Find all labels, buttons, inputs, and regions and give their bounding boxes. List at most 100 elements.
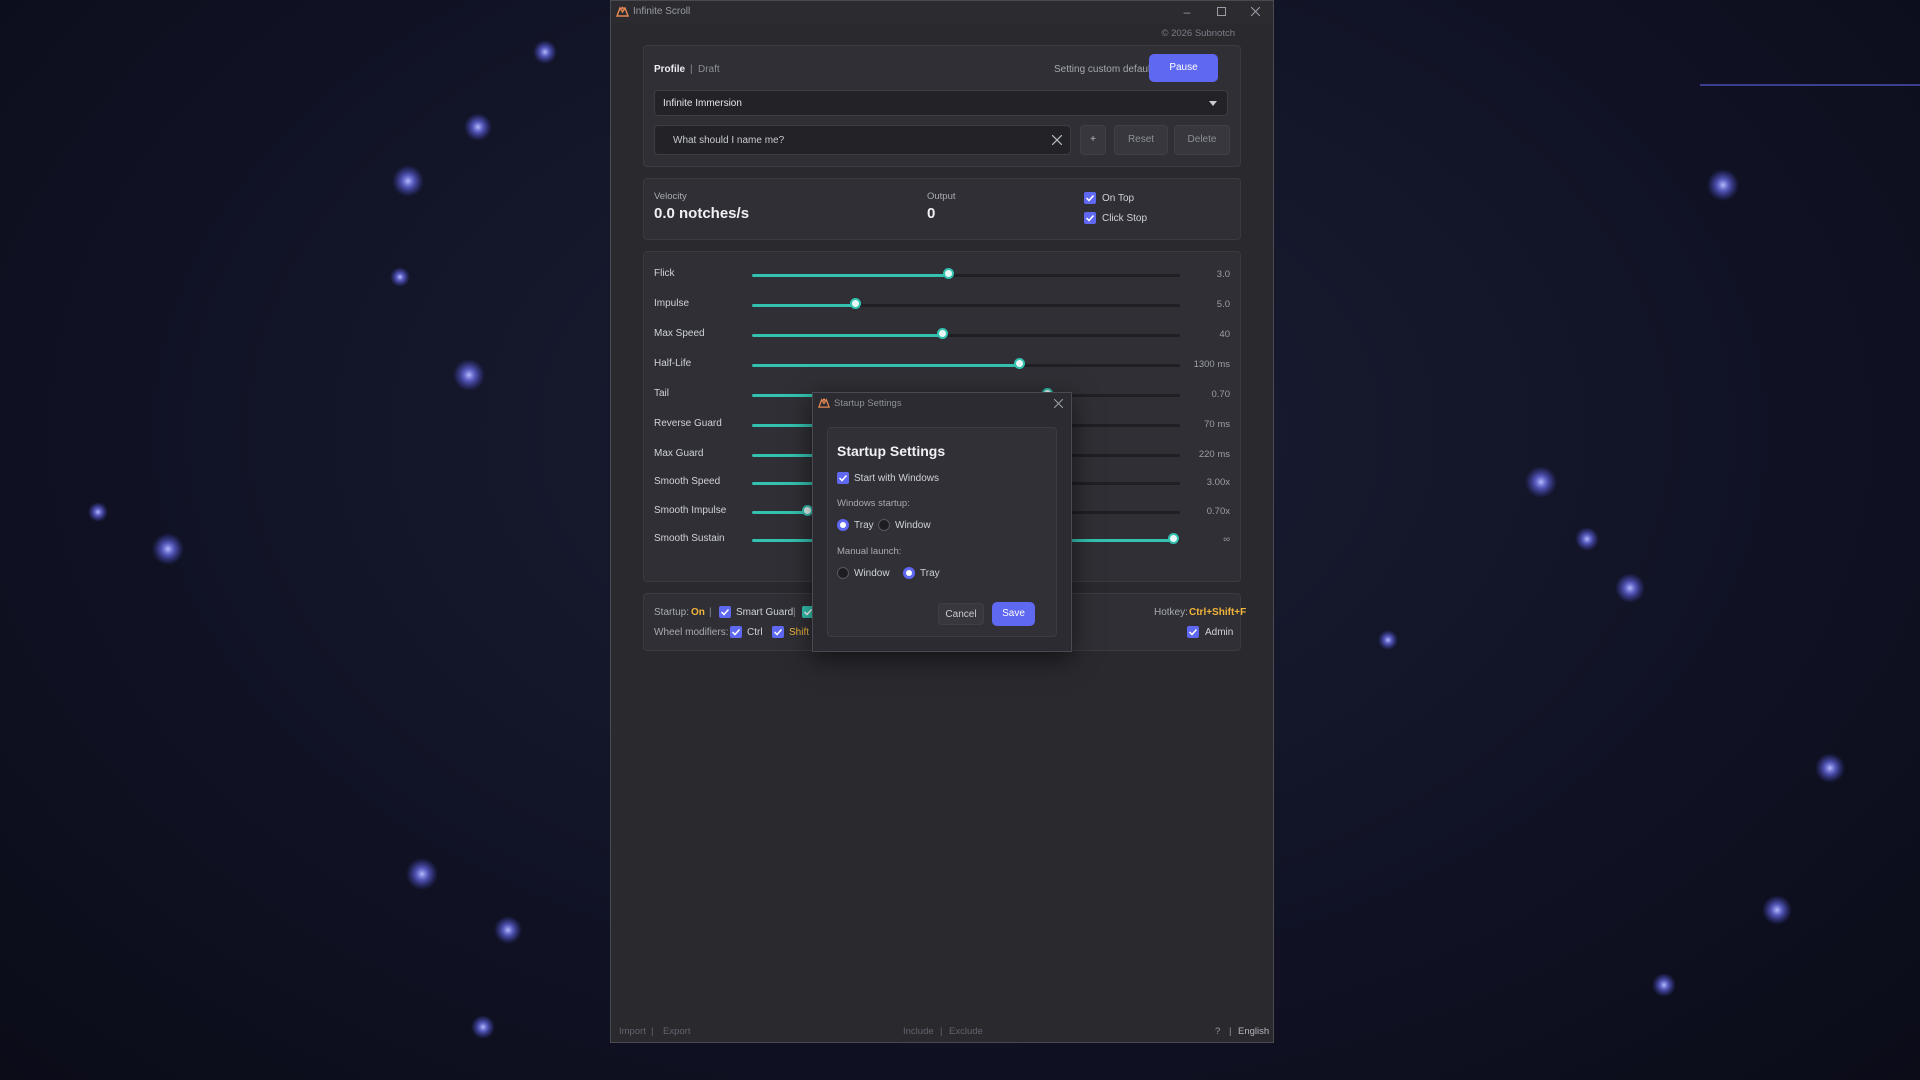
wheel-modifiers-label: Wheel modifiers: <box>654 627 729 638</box>
chevron-down-icon <box>1209 101 1217 106</box>
hotkey-value[interactable]: Ctrl+Shift+F <box>1189 607 1246 618</box>
slider-fill <box>752 334 943 337</box>
dialog-close-icon[interactable] <box>1054 399 1063 408</box>
delete-button[interactable]: Delete <box>1174 125 1230 155</box>
tab-profile[interactable]: Profile <box>654 64 685 75</box>
dialog-window-title: Startup Settings <box>834 398 902 409</box>
slider-track[interactable] <box>752 268 1180 279</box>
slider-value: 0.70 <box>1211 389 1231 400</box>
slider-label: Smooth Speed <box>654 476 721 487</box>
help-link[interactable]: ? <box>1215 1026 1220 1037</box>
copyright-text: © 2026 Subnotch <box>1161 28 1235 39</box>
slider-label: Flick <box>654 268 675 279</box>
slider-label: Tail <box>654 388 670 399</box>
slider-track[interactable] <box>752 358 1180 369</box>
manual-launch-tray-label: Tray <box>920 568 940 579</box>
close-window-icon[interactable] <box>1241 4 1269 20</box>
slider-label: Smooth Impulse <box>654 505 727 516</box>
admin-checkbox[interactable] <box>1187 626 1199 638</box>
tab-draft[interactable]: Draft <box>698 64 720 75</box>
slider-label: Reverse Guard <box>654 418 722 429</box>
ctrl-checkbox[interactable] <box>730 626 742 638</box>
slider-value: 1300 ms <box>1193 359 1230 370</box>
profile-dropdown-value: Infinite Immersion <box>663 98 742 109</box>
startup-label: Startup: <box>654 607 690 618</box>
manual-launch-label: Manual launch: <box>837 546 902 557</box>
slider-fill <box>752 511 808 514</box>
on-top-checkbox[interactable] <box>1084 192 1096 204</box>
slider-track[interactable] <box>752 328 1180 339</box>
tab-separator: | <box>690 64 693 75</box>
slider-thumb[interactable] <box>850 298 861 309</box>
profile-name-input[interactable]: What should I name me? <box>654 125 1071 155</box>
output-value: 0 <box>927 205 936 222</box>
title-bar[interactable]: Infinite Scroll – <box>611 1 1273 23</box>
dialog-panel: Startup Settings Start with Windows Wind… <box>827 427 1057 637</box>
slider-label: Max Speed <box>654 328 705 339</box>
slider-value: 70 ms <box>1204 419 1230 430</box>
status-text: Setting custom defaults <box>1054 64 1158 75</box>
minimize-icon[interactable]: – <box>1173 4 1201 20</box>
reset-button[interactable]: Reset <box>1114 125 1168 155</box>
manual-launch-window-radio[interactable] <box>837 567 849 579</box>
import-link[interactable]: Import <box>619 1026 646 1037</box>
dialog-heading: Startup Settings <box>837 443 946 459</box>
slider-value: 0.70x <box>1206 506 1230 517</box>
language-selector[interactable]: English <box>1238 1026 1269 1037</box>
shift-checkbox[interactable] <box>772 626 784 638</box>
slider-label: Smooth Sustain <box>654 533 725 544</box>
smart-guard-checkbox[interactable] <box>719 606 731 618</box>
slider-label: Half-Life <box>654 358 692 369</box>
on-top-label: On Top <box>1102 193 1135 204</box>
slider-thumb[interactable] <box>801 505 813 516</box>
slider-value: 5.0 <box>1216 299 1230 310</box>
slider-thumb[interactable] <box>1168 533 1180 544</box>
slider-thumb[interactable] <box>1013 358 1025 369</box>
manual-launch-window-label: Window <box>854 568 890 579</box>
profile-name-placeholder: What should I name me? <box>673 135 785 146</box>
slider-value: 220 ms <box>1198 449 1230 460</box>
admin-label: Admin <box>1205 627 1234 638</box>
app-logo-icon <box>818 398 830 408</box>
slider-fill <box>752 274 949 277</box>
pause-button[interactable]: Pause <box>1149 54 1218 82</box>
save-button[interactable]: Save <box>992 602 1035 626</box>
windows-startup-window-label: Window <box>895 520 931 531</box>
velocity-value: 0.0 notches/s <box>654 205 750 222</box>
start-with-windows-checkbox[interactable] <box>837 472 849 484</box>
manual-launch-tray-radio[interactable] <box>903 567 915 579</box>
ctrl-label: Ctrl <box>747 627 763 638</box>
velocity-label: Velocity <box>654 191 687 202</box>
slider-thumb[interactable] <box>936 328 948 339</box>
smart-guard-label: Smart Guard <box>736 607 794 618</box>
app-logo-icon <box>616 6 629 17</box>
windows-startup-window-radio[interactable] <box>878 519 890 531</box>
export-link[interactable]: Export <box>663 1026 690 1037</box>
output-label: Output <box>927 191 956 202</box>
click-stop-checkbox[interactable] <box>1084 212 1096 224</box>
slider-value: 3.00x <box>1206 477 1230 488</box>
add-profile-button[interactable]: + <box>1080 125 1106 155</box>
hotkey-label: Hotkey: <box>1154 607 1188 618</box>
windows-startup-tray-label: Tray <box>854 520 874 531</box>
profile-card: Profile | Draft Setting custom defaults … <box>643 45 1241 167</box>
profile-dropdown[interactable]: Infinite Immersion <box>654 90 1228 116</box>
startup-value[interactable]: On <box>691 607 705 618</box>
slider-thumb[interactable] <box>942 268 954 279</box>
exclude-link[interactable]: Exclude <box>949 1026 983 1037</box>
separator: | <box>709 607 712 618</box>
slider-track[interactable] <box>752 298 1180 309</box>
shift-label: Shift <box>789 627 810 638</box>
window-title: Infinite Scroll <box>633 6 691 17</box>
windows-startup-tray-radio[interactable] <box>837 519 849 531</box>
windows-startup-label: Windows startup: <box>837 498 910 509</box>
clear-icon[interactable] <box>1052 135 1062 145</box>
separator: | <box>793 607 796 618</box>
cancel-button[interactable]: Cancel <box>938 603 984 625</box>
start-with-windows-label: Start with Windows <box>854 473 940 484</box>
slider-fill <box>752 304 856 307</box>
include-link[interactable]: Include <box>903 1026 934 1037</box>
slider-label: Impulse <box>654 298 690 309</box>
footer-separator: | <box>651 1026 654 1037</box>
maximize-icon[interactable] <box>1207 4 1235 20</box>
